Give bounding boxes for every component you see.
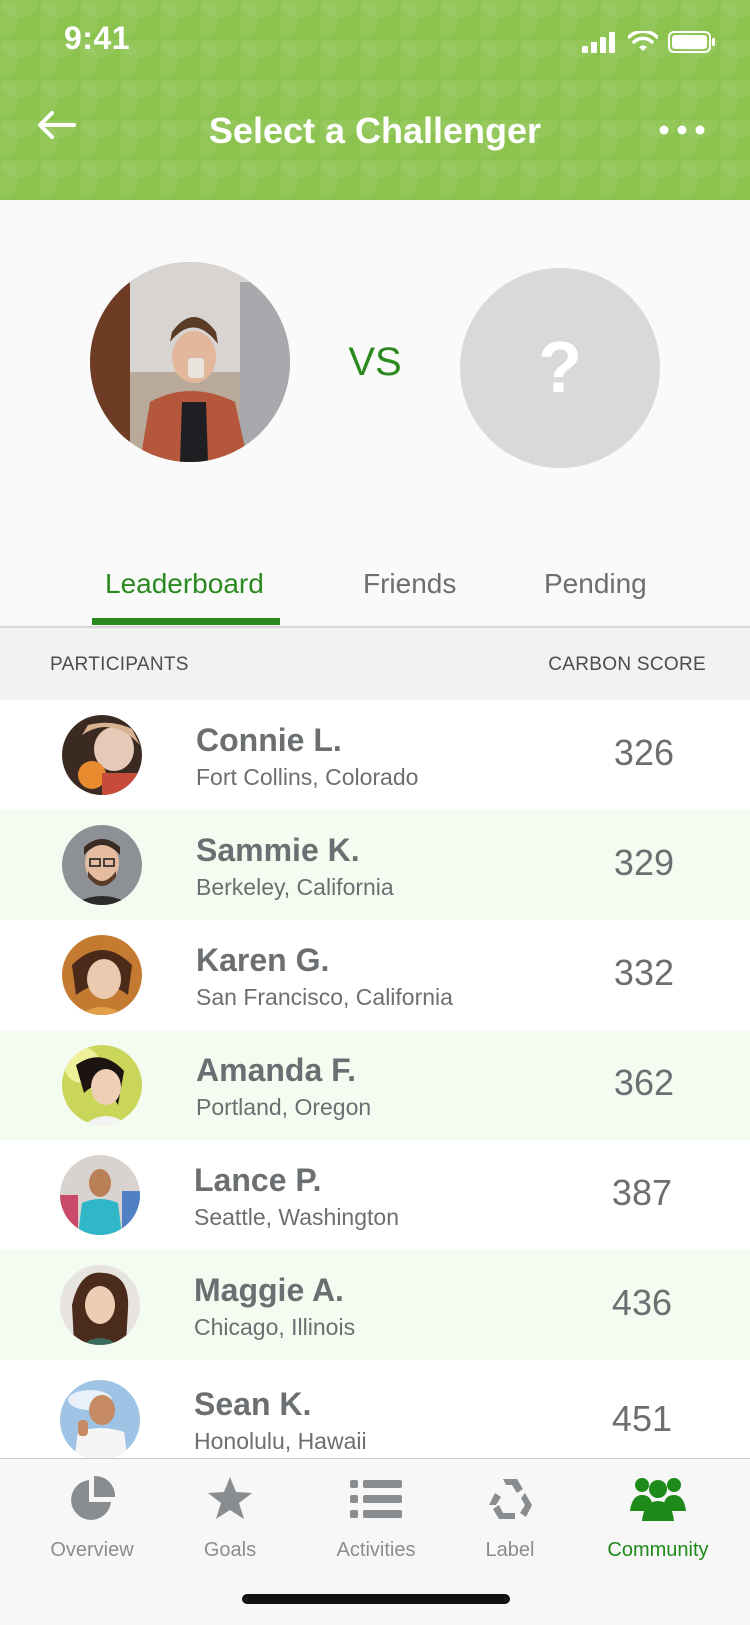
current-user-avatar [90, 262, 290, 462]
participant-name: Karen G. [196, 942, 330, 978]
tab-friends[interactable]: Friends [363, 568, 456, 600]
tab-bar: Leaderboard Friends Pending [0, 548, 750, 628]
nav-label-tab[interactable]: Label [440, 1471, 580, 1562]
nav-label: Community [607, 1539, 709, 1561]
participant-row[interactable]: Lance P. Seattle, Washington 387 [0, 1140, 750, 1250]
participant-name: Maggie A. [194, 1272, 344, 1308]
participant-score: 329 [613, 842, 674, 883]
participant-location: San Francisco, California [196, 984, 453, 1010]
participant-location: Honolulu, Hawaii [194, 1428, 367, 1454]
column-header-row: PARTICIPANTS CARBON SCORE [0, 630, 750, 700]
participant-row[interactable]: Karen G. San Francisco, California 332 [0, 920, 750, 1030]
participant-score: 332 [613, 952, 674, 993]
participant-score: 326 [613, 732, 674, 773]
participant-row[interactable]: Amanda F. Portland, Oregon 362 [0, 1030, 750, 1140]
participant-location: Chicago, Illinois [194, 1314, 356, 1340]
participant-score: 362 [613, 1062, 674, 1103]
participant-score: 436 [611, 1282, 672, 1323]
nav-label: Label [485, 1539, 535, 1561]
participant-location: Berkeley, California [196, 874, 394, 900]
home-indicator[interactable] [242, 1594, 510, 1604]
avatar [62, 715, 142, 795]
participant-location: Seattle, Washington [194, 1204, 399, 1230]
participant-name: Connie L. [196, 722, 342, 758]
participant-name: Amanda F. [196, 1052, 357, 1088]
list-icon [350, 1480, 402, 1518]
header-bar: 9:41 Select a Challenger [0, 0, 750, 200]
nav-label: Overview [50, 1539, 134, 1561]
carbon-score-column-header: CARBON SCORE [548, 654, 706, 675]
participants-column-header: PARTICIPANTS [50, 654, 189, 675]
active-tab-indicator [92, 618, 280, 625]
tab-leaderboard[interactable]: Leaderboard [105, 568, 264, 600]
participant-name: Sammie K. [196, 832, 360, 868]
participant-row[interactable]: Connie L. Fort Collins, Colorado 326 [0, 700, 750, 810]
participant-row[interactable]: Sammie K. Berkeley, California 329 [0, 810, 750, 920]
question-mark-icon: ? [538, 328, 582, 408]
participant-location: Fort Collins, Colorado [196, 764, 419, 790]
pie-chart-icon [71, 1475, 116, 1520]
status-time: 9:41 [64, 20, 131, 56]
recycle-icon [489, 1479, 532, 1519]
status-icons [582, 30, 716, 54]
more-dots-icon [659, 125, 705, 135]
nav-label: Activities [336, 1539, 416, 1561]
avatar [62, 1045, 142, 1125]
versus-label: VS [348, 340, 402, 384]
battery-icon [668, 31, 715, 53]
signal-icon [582, 32, 615, 53]
tab-pending[interactable]: Pending [544, 568, 647, 600]
avatar [62, 935, 142, 1015]
nav-label: Goals [203, 1539, 257, 1561]
star-icon [208, 1477, 252, 1519]
more-options-button[interactable] [654, 112, 710, 148]
avatar [60, 1265, 140, 1345]
nav-goals[interactable]: Goals [160, 1471, 300, 1562]
nav-activities[interactable]: Activities [306, 1471, 446, 1562]
participant-row[interactable]: Maggie A. Chicago, Illinois 436 [0, 1250, 750, 1360]
participant-name: Sean K. [194, 1386, 312, 1422]
participant-location: Portland, Oregon [196, 1094, 372, 1120]
participant-score: 451 [611, 1398, 672, 1439]
participant-list: Connie L. Fort Collins, Colorado 326 Sam… [0, 700, 750, 1480]
challenger-slot[interactable]: ? [460, 268, 660, 468]
participant-score: 387 [611, 1172, 672, 1213]
community-icon [630, 1478, 686, 1521]
participant-name: Lance P. [194, 1162, 322, 1198]
avatar [62, 825, 142, 905]
avatar [60, 1380, 140, 1460]
nav-overview[interactable]: Overview [22, 1471, 162, 1562]
avatar [60, 1155, 140, 1235]
nav-community[interactable]: Community [588, 1471, 728, 1562]
page-title: Select a Challenger [208, 110, 542, 151]
wifi-icon [628, 31, 658, 51]
